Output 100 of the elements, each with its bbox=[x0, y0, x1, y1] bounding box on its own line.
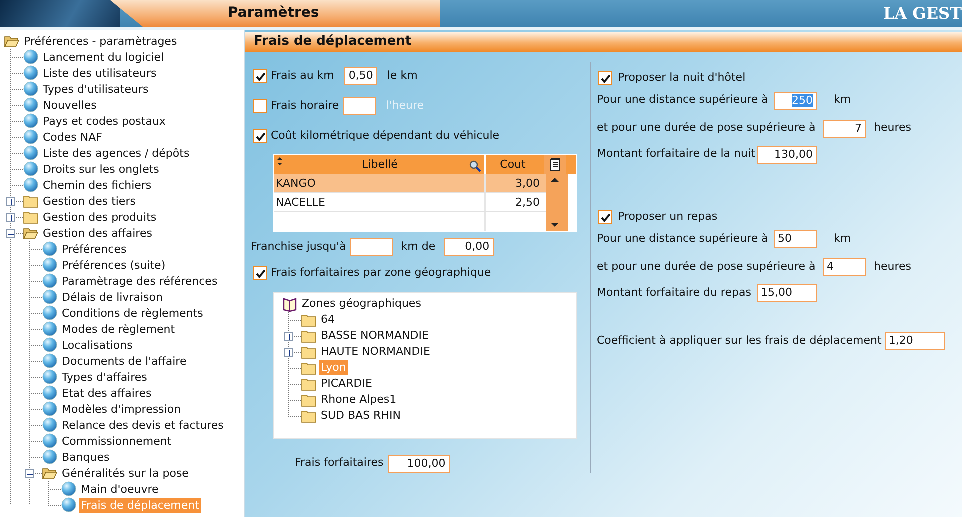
tree-item[interactable]: Pays et codes postaux bbox=[41, 114, 168, 128]
unit-label: le km bbox=[387, 68, 418, 84]
sphere-icon bbox=[42, 289, 58, 305]
tree-item[interactable]: 64 bbox=[319, 312, 337, 327]
table-row[interactable]: KANGO 3,00 bbox=[274, 174, 546, 193]
expand-toggle[interactable] bbox=[6, 197, 15, 206]
folder-icon bbox=[23, 209, 39, 225]
input-field[interactable]: 50 bbox=[774, 230, 817, 248]
input-field[interactable]: 1,20 bbox=[884, 332, 945, 350]
column-header[interactable]: Cout bbox=[500, 158, 526, 171]
field-label: Montant forfaitaire de la nuit bbox=[597, 146, 756, 162]
tree-item[interactable]: Préférences (suite) bbox=[60, 258, 168, 272]
expand-toggle[interactable] bbox=[284, 332, 293, 340]
expand-toggle[interactable] bbox=[6, 213, 15, 222]
unit-label: l'heure bbox=[386, 98, 424, 114]
sphere-icon bbox=[42, 433, 58, 449]
tree-item[interactable]: Codes NAF bbox=[41, 130, 104, 144]
unit-label: km bbox=[834, 92, 852, 108]
tree-item[interactable]: Relance des devis et factures bbox=[60, 418, 226, 432]
tree-item[interactable]: Délais de livraison bbox=[60, 290, 165, 304]
tree-item[interactable]: Modes de règlement bbox=[60, 322, 178, 336]
tree-item[interactable]: Préférences - paramètrages bbox=[22, 34, 180, 48]
tree-item[interactable]: Paramètrage des références bbox=[60, 274, 220, 288]
tree-item[interactable]: Localisations bbox=[60, 338, 135, 352]
sphere-icon bbox=[42, 273, 58, 289]
tree-item[interactable]: Droits sur les onglets bbox=[41, 162, 162, 176]
tree-item[interactable]: Main d'oeuvre bbox=[79, 482, 161, 496]
column-header[interactable]: Libellé bbox=[362, 158, 398, 171]
sphere-icon bbox=[42, 353, 58, 369]
tree-item[interactable]: Gestion des tiers bbox=[41, 194, 138, 208]
tree-item[interactable]: Modèles d'impression bbox=[60, 402, 184, 416]
tree-item[interactable]: Banques bbox=[60, 450, 112, 464]
scrollbar[interactable] bbox=[546, 174, 568, 231]
sphere-icon bbox=[23, 113, 39, 129]
checkbox-label: Frais forfaitaires par zone géographique bbox=[271, 265, 492, 281]
sphere-icon bbox=[61, 481, 77, 497]
field-label: Montant forfaitaire du repas bbox=[597, 284, 752, 301]
tree-item[interactable]: Types d'affaires bbox=[60, 370, 150, 384]
checkbox[interactable] bbox=[253, 99, 267, 113]
tree-item[interactable]: Gestion des affaires bbox=[41, 226, 154, 240]
input-field[interactable]: 4 bbox=[823, 258, 866, 276]
sphere-icon bbox=[42, 417, 58, 433]
input-field[interactable] bbox=[350, 238, 394, 256]
unit-label: heures bbox=[874, 120, 912, 136]
tree-item[interactable]: Zones géographiques bbox=[300, 296, 424, 311]
sphere-icon bbox=[42, 257, 58, 273]
table-row[interactable]: NACELLE 2,50 bbox=[274, 193, 546, 212]
sphere-icon bbox=[23, 49, 39, 65]
tree-item[interactable]: Préférences bbox=[60, 242, 129, 256]
tree-item[interactable]: Rhone Alpes1 bbox=[319, 392, 399, 407]
input-field[interactable]: 130,00 bbox=[757, 146, 817, 164]
tree-item[interactable]: BASSE NORMANDIE bbox=[319, 328, 431, 343]
tree-item[interactable]: PICARDIE bbox=[319, 376, 374, 391]
tree-item[interactable]: Généralités sur la pose bbox=[60, 466, 191, 480]
section-title: Frais de déplacement bbox=[245, 32, 962, 52]
input-field[interactable]: 15,00 bbox=[757, 284, 817, 302]
checkbox[interactable] bbox=[598, 71, 612, 86]
tree-item[interactable]: Documents de l'affaire bbox=[60, 354, 189, 368]
checkbox-label: Proposer un repas bbox=[618, 208, 718, 224]
field-label: Frais forfaitaires bbox=[295, 455, 384, 472]
input-field[interactable]: 0,00 bbox=[444, 238, 494, 256]
tree-item[interactable]: SUD BAS RHIN bbox=[319, 408, 403, 423]
input-field[interactable] bbox=[343, 97, 376, 115]
sphere-icon bbox=[42, 305, 58, 321]
checkbox[interactable] bbox=[253, 69, 267, 83]
sphere-icon bbox=[61, 497, 77, 513]
sphere-icon bbox=[23, 177, 39, 193]
expand-toggle[interactable] bbox=[6, 229, 15, 238]
checkbox-label: Frais au km bbox=[271, 68, 334, 84]
checkbox[interactable] bbox=[253, 129, 267, 143]
tree-item[interactable]: Nouvelles bbox=[41, 98, 99, 112]
sphere-icon bbox=[23, 97, 39, 113]
tree-item[interactable]: Lancement du logiciel bbox=[41, 50, 166, 64]
checkbox-label: Proposer la nuit d'hôtel bbox=[618, 70, 746, 86]
tree-item[interactable]: Types d'utilisateurs bbox=[41, 82, 151, 96]
sphere-icon bbox=[23, 81, 39, 97]
sphere-icon bbox=[42, 321, 58, 337]
sphere-icon bbox=[23, 161, 39, 177]
tree-item[interactable]: Liste des agences / dépôts bbox=[41, 146, 192, 160]
field-label: Franchise jusqu'à bbox=[251, 238, 346, 255]
book-icon bbox=[282, 296, 298, 312]
sphere-icon bbox=[42, 337, 58, 353]
tree-item[interactable]: Chemin des fichiers bbox=[41, 178, 154, 192]
tree-item[interactable]: Commissionnement bbox=[60, 434, 174, 448]
input-field[interactable]: 0,50 bbox=[344, 67, 378, 85]
table-cell: KANGO bbox=[276, 177, 316, 190]
expand-toggle[interactable] bbox=[284, 348, 293, 356]
input-field[interactable]: 7 bbox=[823, 120, 866, 138]
checkbox-label: Frais horaire bbox=[271, 98, 340, 114]
checkbox[interactable] bbox=[253, 266, 267, 280]
field-label: Pour une distance supérieure à bbox=[597, 230, 770, 247]
expand-toggle[interactable] bbox=[25, 469, 34, 478]
tree-item[interactable]: Liste des utilisateurs bbox=[41, 66, 159, 80]
unit-label: km bbox=[834, 230, 852, 247]
checkbox[interactable] bbox=[598, 210, 612, 224]
tree-item[interactable]: Etat des affaires bbox=[60, 386, 154, 400]
input-field[interactable]: 100,00 bbox=[388, 454, 450, 472]
tree-item[interactable]: HAUTE NORMANDIE bbox=[319, 344, 432, 359]
tree-item[interactable]: Conditions de règlements bbox=[60, 306, 206, 320]
tree-item[interactable]: Gestion des produits bbox=[41, 210, 159, 224]
